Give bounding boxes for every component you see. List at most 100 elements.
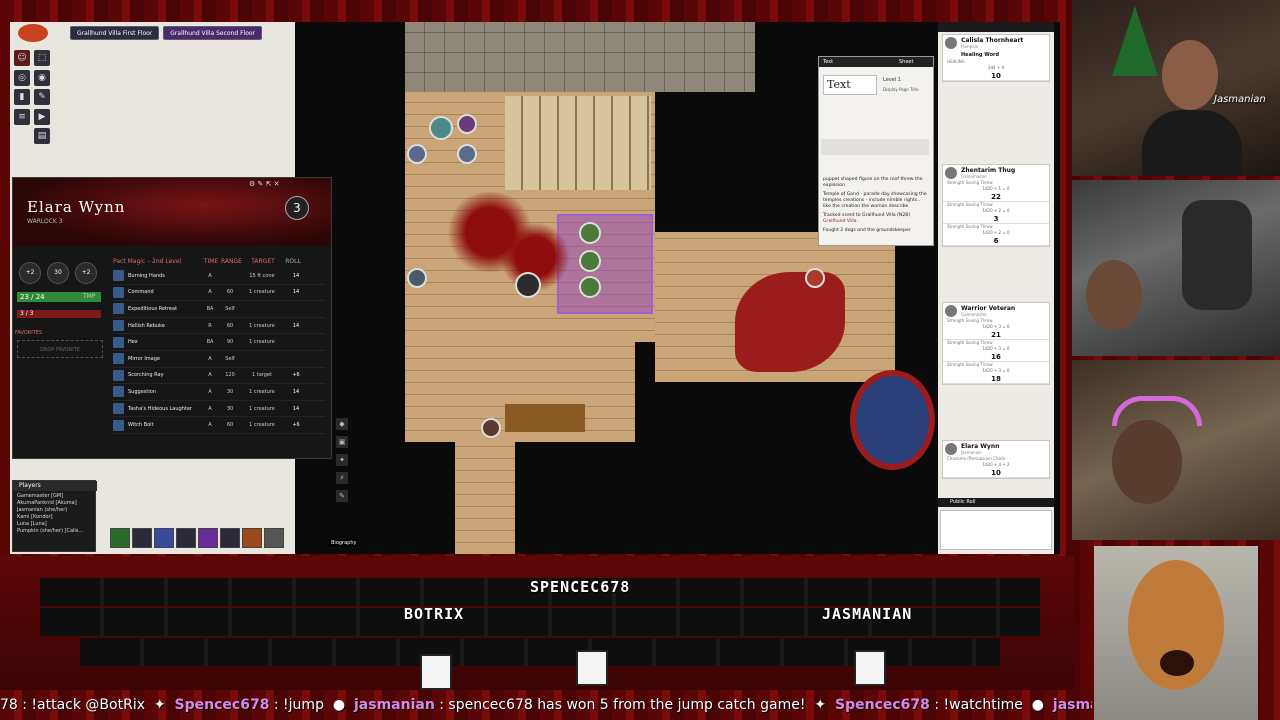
spell-name[interactable]: Mirror Image xyxy=(128,356,200,362)
spell-roll[interactable]: 14 xyxy=(284,406,308,412)
journal-link[interactable]: Grallhund Villa xyxy=(823,219,857,224)
spell-row[interactable]: Scorching Ray A 120 1 target +6 xyxy=(113,368,325,385)
spell-icon[interactable] xyxy=(113,403,124,415)
journal-sheet-button[interactable]: Sheet xyxy=(899,57,913,67)
spell-name[interactable]: Expeditious Retreat xyxy=(128,306,200,312)
spell-icon[interactable] xyxy=(113,270,124,282)
spell-row[interactable]: Hex BA 90 1 creature xyxy=(113,334,325,351)
spell-icon[interactable] xyxy=(113,353,124,365)
chat-input[interactable] xyxy=(940,510,1052,550)
macro-slot[interactable] xyxy=(198,528,218,548)
macro-slot[interactable] xyxy=(242,528,262,548)
list-tool-icon[interactable]: ≡ xyxy=(14,108,30,125)
note-tool-icon[interactable]: ▮ xyxy=(14,89,30,106)
tab-effects-icon[interactable]: ⚡ xyxy=(336,472,348,484)
creature-token[interactable] xyxy=(407,268,427,288)
spell-slots-bar[interactable]: 3 / 3 xyxy=(17,310,101,318)
spell-row[interactable]: Mirror Image A Self xyxy=(113,351,325,368)
spell-name[interactable]: Suggestion xyxy=(128,389,200,395)
spell-row[interactable]: Burning Hands A 15 ft cone 14 xyxy=(113,268,325,285)
sidebar-tabs[interactable] xyxy=(938,22,1054,32)
spell-roll[interactable]: 14 xyxy=(284,389,308,395)
spell-roll[interactable]: 14 xyxy=(284,323,308,329)
roll-card[interactable]: Calisla Thornheart Pumpkin Healing Word HEA… xyxy=(942,34,1050,82)
draw-tool-icon[interactable]: ✎ xyxy=(34,89,50,106)
spell-row[interactable]: Suggestion A 30 1 creature 14 xyxy=(113,384,325,401)
journal-text[interactable]: puppet shaped figure on the roof threw t… xyxy=(823,177,929,237)
spell-name[interactable]: Hellish Rebuke xyxy=(128,323,200,329)
roll-total[interactable]: 10 xyxy=(943,71,1049,81)
spell-row[interactable]: Hellish Rebuke R 60 1 creature 14 xyxy=(113,318,325,335)
creature-token[interactable] xyxy=(429,116,453,140)
spell-roll[interactable]: +6 xyxy=(284,372,308,378)
creature-token[interactable] xyxy=(457,144,477,164)
roll-total[interactable]: 21 xyxy=(943,330,1049,340)
editor-toolbar[interactable] xyxy=(821,139,929,155)
creature-token[interactable] xyxy=(805,268,825,288)
journal-page-name[interactable]: Text xyxy=(823,75,877,95)
scene-tab-first-floor[interactable]: Grallhund Villa First Floor xyxy=(70,26,160,40)
initiative-stat[interactable]: +2 xyxy=(19,262,41,284)
creature-token[interactable] xyxy=(481,418,501,438)
creature-token[interactable] xyxy=(407,144,427,164)
macro-slot[interactable] xyxy=(110,528,130,548)
spell-roll[interactable]: 14 xyxy=(284,273,308,279)
journal-tool-icon[interactable]: ▤ xyxy=(34,128,50,145)
token-tool-icon[interactable]: ☺ xyxy=(14,50,30,66)
macro-slot[interactable] xyxy=(220,528,240,548)
creature-token[interactable] xyxy=(457,114,477,134)
spell-icon[interactable] xyxy=(113,286,124,298)
tab-inventory-icon[interactable]: ▣ xyxy=(336,436,348,448)
player-token[interactable] xyxy=(579,222,601,244)
macro-slot[interactable] xyxy=(264,528,284,548)
light-tool-icon[interactable]: ◉ xyxy=(34,69,50,86)
spell-icon[interactable] xyxy=(113,386,124,398)
scene-tab-second-floor[interactable]: Grallhund Villa Second Floor xyxy=(163,26,263,40)
roll-total[interactable]: 18 xyxy=(943,374,1049,384)
favorites-drop-zone[interactable]: DROP FAVORITE xyxy=(17,340,103,358)
spell-template-area[interactable] xyxy=(557,214,653,314)
roll-card[interactable]: Warrior Veteran Gamemaster Strength Saving… xyxy=(942,302,1050,385)
players-title[interactable]: Players xyxy=(13,481,97,491)
player-token[interactable] xyxy=(579,250,601,272)
foundry-logo-icon[interactable] xyxy=(18,24,48,42)
spell-row[interactable]: Witch Bolt A 60 1 creature +6 xyxy=(113,417,325,434)
spell-row[interactable]: Expeditious Retreat BA Self xyxy=(113,301,325,318)
spell-icon[interactable] xyxy=(113,419,124,431)
sheet-window-controls-icon[interactable]: ⚙ ✎ ⇱ ✕ xyxy=(249,180,280,188)
tab-spells-icon[interactable]: ✦ xyxy=(336,454,348,466)
spell-name[interactable]: Burning Hands xyxy=(128,273,200,279)
journal-level-select[interactable]: Level 1 xyxy=(883,77,901,83)
select-tool-icon[interactable]: ⬚ xyxy=(34,50,50,66)
macro-slot[interactable] xyxy=(154,528,174,548)
player-token[interactable] xyxy=(579,276,601,298)
spell-roll[interactable]: 14 xyxy=(284,289,308,295)
spell-name[interactable]: Hex xyxy=(128,339,200,345)
spell-name[interactable]: Tasha's Hideous Laughter xyxy=(128,406,200,412)
roll-card[interactable]: Elara Wynn Jasmanian Charisma (Persuasion)… xyxy=(942,440,1050,479)
roll-total[interactable]: 6 xyxy=(943,236,1049,246)
roll-total[interactable]: 16 xyxy=(943,352,1049,362)
roll-total[interactable]: 10 xyxy=(943,468,1049,478)
roll-card[interactable]: Zhentarim Thug Gamemaster Strength Saving … xyxy=(942,164,1050,247)
macro-slot[interactable] xyxy=(176,528,196,548)
spell-name[interactable]: Command xyxy=(128,289,200,295)
spell-roll[interactable]: +6 xyxy=(284,422,308,428)
spell-name[interactable]: Scorching Ray xyxy=(128,372,200,378)
display-title-checkbox[interactable]: Display Page Title xyxy=(883,87,919,92)
tab-features-icon[interactable]: ◆ xyxy=(336,418,348,430)
spell-icon[interactable] xyxy=(113,369,124,381)
spell-row[interactable]: Tasha's Hideous Laughter A 30 1 creature 14 xyxy=(113,401,325,418)
roll-total[interactable]: 22 xyxy=(943,192,1049,202)
macro-slot[interactable] xyxy=(132,528,152,548)
play-tool-icon[interactable]: ▶ xyxy=(34,108,50,125)
roll-total[interactable]: 3 xyxy=(943,214,1049,224)
spell-icon[interactable] xyxy=(113,336,124,348)
journal-titlebar[interactable]: Text xyxy=(819,57,933,67)
measure-tool-icon[interactable]: ◎ xyxy=(14,69,30,86)
spell-icon[interactable] xyxy=(113,320,124,332)
spell-row[interactable]: Command A 60 1 creature 14 xyxy=(113,285,325,302)
creature-token[interactable] xyxy=(515,272,541,298)
spell-icon[interactable] xyxy=(113,303,124,315)
spell-name[interactable]: Witch Bolt xyxy=(128,422,200,428)
